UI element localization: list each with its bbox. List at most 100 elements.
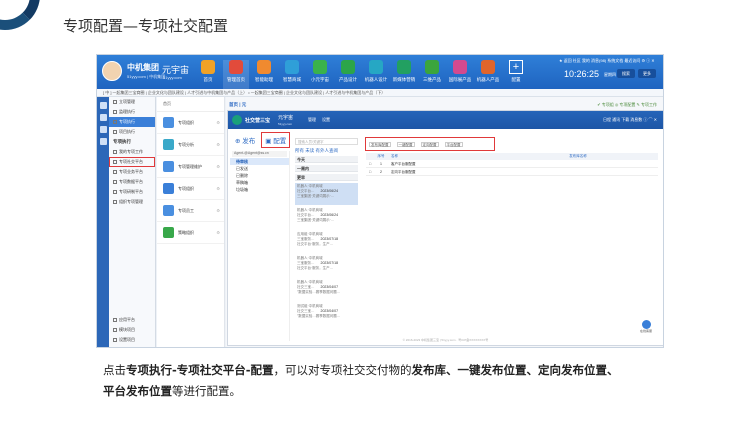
- folder-item[interactable]: 草稿箱: [230, 179, 289, 186]
- chat-icon[interactable]: [641, 320, 651, 329]
- app-list-item[interactable]: 专项组织 ⚙: [157, 178, 224, 200]
- nav-app[interactable]: 首页: [195, 60, 221, 83]
- settings-icon[interactable]: ⚙: [216, 208, 220, 213]
- sidebar-item-label: 专项研制平台: [119, 189, 143, 194]
- chart-icon[interactable]: [99, 138, 107, 145]
- home-icon[interactable]: [99, 102, 107, 109]
- nav-app[interactable]: 智慧商城: [279, 60, 305, 83]
- apps-icon[interactable]: [99, 114, 107, 121]
- table-row[interactable]: □ 1 客户平台服配置: [366, 160, 658, 168]
- message-card[interactable]: 测试组·中机商城 社交三宝… 2023/04/07 "数据实验…赛季数据问题…: [295, 303, 358, 325]
- social-org[interactable]: 元宇宙: [278, 114, 293, 121]
- sidebar-item-label: 专项执行: [119, 119, 135, 124]
- folder-icon[interactable]: [99, 126, 107, 133]
- folder-item[interactable]: 待审核: [230, 158, 289, 165]
- message-subject: 社交平台…: [297, 189, 315, 193]
- directed-config-button[interactable]: 定向配置: [420, 141, 439, 147]
- settings-icon[interactable]: ⚙: [216, 230, 220, 235]
- nav-app[interactable]: 小元宇宙: [307, 60, 333, 83]
- date-group-week[interactable]: 一周内: [295, 165, 358, 172]
- platform-config-button[interactable]: 平台配置: [444, 141, 463, 147]
- sidebar-item[interactable]: 项目执行: [109, 127, 155, 137]
- nav-app[interactable]: + 配置: [503, 60, 529, 83]
- sidebar-item[interactable]: 监理执行: [109, 107, 155, 117]
- account-select[interactable]: Agent-@Agent@ss.cn: [232, 151, 287, 157]
- sidebar-group-title: 专项执行: [113, 139, 131, 144]
- message-card[interactable]: 机器人·中机商城 社交平台… 2023/06/24 三宝集团·关键词展示·…: [295, 183, 358, 205]
- app-list-item[interactable]: 专项员工 ⚙: [157, 200, 224, 222]
- app-label: 策略组织: [178, 229, 194, 235]
- app-list-item[interactable]: 策略组织 ⚙: [157, 222, 224, 244]
- breadcrumb[interactable]: 首页 | 元: [229, 102, 246, 108]
- message-card[interactable]: 应用组·中机商城 三宝服务… 2023/07/18 社交平台·服务，生产…: [295, 231, 358, 253]
- sidebar-item[interactable]: 专项业务平台: [109, 167, 155, 177]
- sidebar-item[interactable]: 应用平台: [109, 315, 156, 325]
- social-org-sub: 51yyy.com: [278, 122, 293, 126]
- sidebar-item[interactable]: 专项数据平台: [109, 177, 155, 187]
- folder-item[interactable]: 已删除: [230, 172, 289, 179]
- nav-app[interactable]: 国际展产品: [447, 60, 473, 83]
- sidebar-item[interactable]: 专项研制平台: [109, 187, 155, 197]
- online-help[interactable]: 在线客服: [639, 320, 653, 333]
- corner-decoration: [0, 0, 40, 30]
- date-group-earlier[interactable]: 更早: [295, 174, 358, 181]
- table-row[interactable]: □ 2 定向平台服配置: [366, 168, 658, 176]
- folder-item[interactable]: 垃圾箱: [230, 186, 289, 193]
- nav-app[interactable]: 产品设计: [335, 60, 361, 83]
- menu-settings[interactable]: 设置: [322, 117, 330, 123]
- message-filter[interactable]: 所有 未读 有外人查阅: [295, 148, 358, 154]
- checkbox-icon: [113, 120, 117, 124]
- message-preview: 三宝集团·关键词展示·…: [297, 194, 335, 198]
- sidebar-item[interactable]: 我的专项工作: [109, 147, 155, 157]
- social-logo-icon: [232, 115, 242, 125]
- app-icon: [163, 227, 174, 238]
- message-date: 2023/06/24: [320, 189, 339, 193]
- message-card[interactable]: 机器人·中机商城 社交三宝… 2023/04/07 "数据实验…赛季数据问题…: [295, 279, 358, 301]
- message-card[interactable]: 机器人·中机商城 社交平台… 2023/06/24 三宝集团·关键词展示·…: [295, 207, 358, 229]
- sidebar-item-label: 项目执行: [119, 129, 135, 134]
- nav-app[interactable]: 三维产品: [419, 60, 445, 83]
- message-preview: 社交平台·服务，生产…: [297, 242, 334, 246]
- nav-app[interactable]: 新媒体营销: [391, 60, 417, 83]
- date-group-today[interactable]: 今天: [295, 156, 358, 163]
- settings-icon[interactable]: ⚙: [216, 120, 220, 125]
- sidebar-item-label: 专项数据平台: [119, 179, 143, 184]
- menu-manage[interactable]: 管理: [308, 117, 316, 123]
- sidebar-item[interactable]: 组织专项管理: [109, 197, 155, 207]
- tab-publish[interactable]: ⊕ 发布: [232, 133, 258, 147]
- inner-toolbar[interactable]: ✔ 专项组 ◎ 专项配置 ✎ 专项工作: [597, 102, 657, 108]
- tab-config[interactable]: ▣ 配置: [261, 132, 291, 148]
- sidebar-item[interactable]: 专项社交平台: [109, 157, 155, 167]
- nav-app[interactable]: 机器人产品: [475, 60, 501, 83]
- publish-library-config-button[interactable]: 发布库配置: [369, 141, 391, 147]
- settings-icon[interactable]: ⚙: [216, 164, 220, 169]
- folder-item[interactable]: 已发送: [230, 165, 289, 172]
- row-checkbox[interactable]: □: [366, 160, 374, 167]
- settings-icon[interactable]: ⚙: [216, 142, 220, 147]
- search-button[interactable]: 搜索: [617, 69, 635, 78]
- sidebar-item[interactable]: 模块项目: [109, 325, 156, 335]
- row-checkbox[interactable]: □: [366, 168, 374, 175]
- user-avatar[interactable]: [102, 61, 122, 81]
- checkbox-icon: [113, 318, 117, 322]
- settings-icon[interactable]: ⚙: [216, 186, 220, 191]
- more-button[interactable]: 更多: [638, 69, 656, 78]
- social-header-links[interactable]: 日程 通讯 下载 消息数 ⓘ ⌒ ✕: [603, 117, 657, 123]
- app-list-item[interactable]: 专项管理维护 ⚙: [157, 156, 224, 178]
- sidebar-item[interactable]: 立项管理: [109, 97, 155, 107]
- message-card[interactable]: 机器人·中机商城 三宝服务… 2023/07/18 社交平台·服务，生产…: [295, 255, 358, 277]
- nav-app[interactable]: 管理首页: [223, 60, 249, 89]
- sidebar-item[interactable]: 专项执行: [109, 117, 155, 127]
- one-click-config-button[interactable]: 一键配置: [396, 141, 415, 147]
- nav-app[interactable]: 机器人设计: [363, 60, 389, 83]
- app-list-item[interactable]: 专项分析 ⚙: [157, 134, 224, 156]
- plus-icon[interactable]: +: [509, 60, 523, 74]
- nav-app[interactable]: 智能助理: [251, 60, 277, 83]
- app-list-header: 首页: [157, 97, 224, 112]
- topbar-links[interactable]: ★ 返回 社区 我的 消息(98) 系统文档 最近访问 ⚙ ⓘ ✕: [559, 58, 655, 64]
- app-list-item[interactable]: 专项组织 ⚙: [157, 112, 224, 134]
- sidebar-item[interactable]: 设置项目: [109, 335, 156, 345]
- news-ticker[interactable]: [ 中 ] 一起集团三宝商圈 | 企业文化与团队建设 | 人才引进与中机集团与产…: [97, 89, 663, 97]
- checkbox-icon: [113, 110, 117, 114]
- search-input[interactable]: 搜索人员/关键字: [295, 138, 358, 145]
